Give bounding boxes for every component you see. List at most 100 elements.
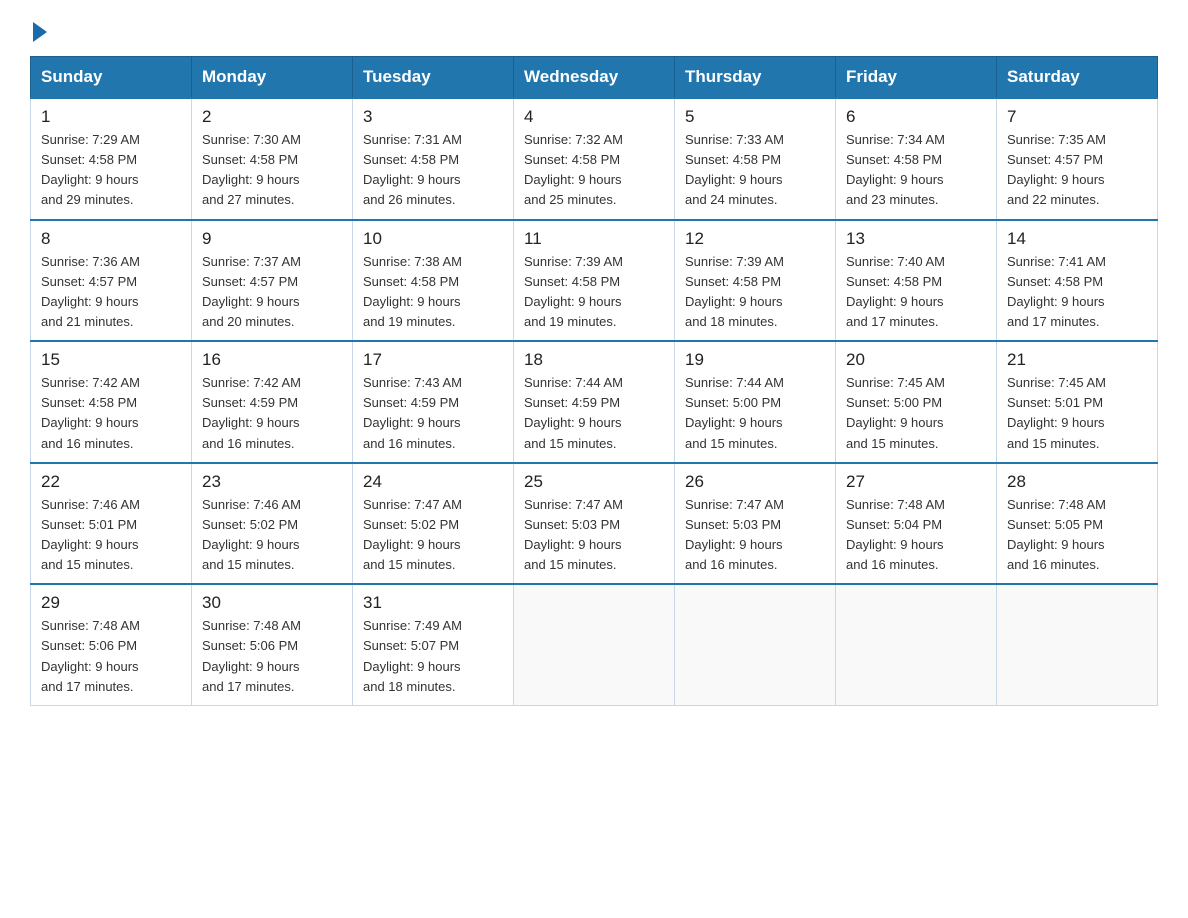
day-number: 21 [1007, 350, 1147, 370]
page-header [30, 20, 1158, 38]
calendar-cell: 7 Sunrise: 7:35 AMSunset: 4:57 PMDaylight… [997, 98, 1158, 220]
calendar-cell: 1 Sunrise: 7:29 AMSunset: 4:58 PMDaylight… [31, 98, 192, 220]
calendar-cell: 24 Sunrise: 7:47 AMSunset: 5:02 PMDayligh… [353, 463, 514, 585]
calendar-cell: 14 Sunrise: 7:41 AMSunset: 4:58 PMDayligh… [997, 220, 1158, 342]
day-info: Sunrise: 7:48 AMSunset: 5:06 PMDaylight:… [41, 616, 181, 697]
day-info: Sunrise: 7:47 AMSunset: 5:03 PMDaylight:… [524, 495, 664, 576]
day-number: 16 [202, 350, 342, 370]
column-header-tuesday: Tuesday [353, 57, 514, 99]
day-info: Sunrise: 7:40 AMSunset: 4:58 PMDaylight:… [846, 252, 986, 333]
day-number: 17 [363, 350, 503, 370]
day-number: 5 [685, 107, 825, 127]
calendar-cell: 13 Sunrise: 7:40 AMSunset: 4:58 PMDayligh… [836, 220, 997, 342]
day-info: Sunrise: 7:38 AMSunset: 4:58 PMDaylight:… [363, 252, 503, 333]
day-number: 26 [685, 472, 825, 492]
day-info: Sunrise: 7:29 AMSunset: 4:58 PMDaylight:… [41, 130, 181, 211]
day-info: Sunrise: 7:47 AMSunset: 5:02 PMDaylight:… [363, 495, 503, 576]
calendar-cell: 4Sunrise: 7:32 AMSunset: 4:58 PMDaylight… [514, 98, 675, 220]
calendar-cell: 21 Sunrise: 7:45 AMSunset: 5:01 PMDayligh… [997, 341, 1158, 463]
calendar-week-row: 22Sunrise: 7:46 AMSunset: 5:01 PMDayligh… [31, 463, 1158, 585]
day-info: Sunrise: 7:34 AMSunset: 4:58 PMDaylight:… [846, 130, 986, 211]
day-number: 10 [363, 229, 503, 249]
day-info: Sunrise: 7:33 AMSunset: 4:58 PMDaylight:… [685, 130, 825, 211]
calendar-cell: 31 Sunrise: 7:49 AMSunset: 5:07 PMDayligh… [353, 584, 514, 705]
calendar-cell: 26 Sunrise: 7:47 AMSunset: 5:03 PMDayligh… [675, 463, 836, 585]
day-number: 15 [41, 350, 181, 370]
day-number: 12 [685, 229, 825, 249]
day-info: Sunrise: 7:48 AMSunset: 5:06 PMDaylight:… [202, 616, 342, 697]
day-info: Sunrise: 7:47 AMSunset: 5:03 PMDaylight:… [685, 495, 825, 576]
calendar-cell: 25 Sunrise: 7:47 AMSunset: 5:03 PMDayligh… [514, 463, 675, 585]
day-number: 27 [846, 472, 986, 492]
calendar-cell: 22Sunrise: 7:46 AMSunset: 5:01 PMDayligh… [31, 463, 192, 585]
day-number: 11 [524, 229, 664, 249]
day-number: 7 [1007, 107, 1147, 127]
day-info: Sunrise: 7:30 AMSunset: 4:58 PMDaylight:… [202, 130, 342, 211]
day-number: 24 [363, 472, 503, 492]
day-number: 30 [202, 593, 342, 613]
calendar-cell: 16 Sunrise: 7:42 AMSunset: 4:59 PMDayligh… [192, 341, 353, 463]
day-number: 20 [846, 350, 986, 370]
day-number: 25 [524, 472, 664, 492]
day-number: 19 [685, 350, 825, 370]
calendar-cell: 23Sunrise: 7:46 AMSunset: 5:02 PMDayligh… [192, 463, 353, 585]
calendar-cell: 3 Sunrise: 7:31 AMSunset: 4:58 PMDaylight… [353, 98, 514, 220]
day-info: Sunrise: 7:44 AMSunset: 5:00 PMDaylight:… [685, 373, 825, 454]
calendar-week-row: 15 Sunrise: 7:42 AMSunset: 4:58 PMDayligh… [31, 341, 1158, 463]
day-number: 22 [41, 472, 181, 492]
day-info: Sunrise: 7:49 AMSunset: 5:07 PMDaylight:… [363, 616, 503, 697]
day-info: Sunrise: 7:42 AMSunset: 4:59 PMDaylight:… [202, 373, 342, 454]
calendar-cell: 19 Sunrise: 7:44 AMSunset: 5:00 PMDayligh… [675, 341, 836, 463]
day-info: Sunrise: 7:48 AMSunset: 5:05 PMDaylight:… [1007, 495, 1147, 576]
day-info: Sunrise: 7:45 AMSunset: 5:01 PMDaylight:… [1007, 373, 1147, 454]
day-info: Sunrise: 7:32 AMSunset: 4:58 PMDaylight:… [524, 130, 664, 211]
day-number: 29 [41, 593, 181, 613]
day-info: Sunrise: 7:39 AMSunset: 4:58 PMDaylight:… [524, 252, 664, 333]
day-info: Sunrise: 7:41 AMSunset: 4:58 PMDaylight:… [1007, 252, 1147, 333]
column-header-thursday: Thursday [675, 57, 836, 99]
calendar-cell: 29 Sunrise: 7:48 AMSunset: 5:06 PMDayligh… [31, 584, 192, 705]
column-header-saturday: Saturday [997, 57, 1158, 99]
calendar-week-row: 8Sunrise: 7:36 AMSunset: 4:57 PMDaylight… [31, 220, 1158, 342]
day-info: Sunrise: 7:46 AMSunset: 5:02 PMDaylight:… [202, 495, 342, 576]
day-number: 28 [1007, 472, 1147, 492]
day-number: 6 [846, 107, 986, 127]
calendar-cell: 9Sunrise: 7:37 AMSunset: 4:57 PMDaylight… [192, 220, 353, 342]
column-header-monday: Monday [192, 57, 353, 99]
calendar-cell [514, 584, 675, 705]
day-number: 2 [202, 107, 342, 127]
day-number: 14 [1007, 229, 1147, 249]
calendar-table: SundayMondayTuesdayWednesdayThursdayFrid… [30, 56, 1158, 706]
calendar-week-row: 29 Sunrise: 7:48 AMSunset: 5:06 PMDayligh… [31, 584, 1158, 705]
calendar-cell: 27 Sunrise: 7:48 AMSunset: 5:04 PMDayligh… [836, 463, 997, 585]
day-info: Sunrise: 7:48 AMSunset: 5:04 PMDaylight:… [846, 495, 986, 576]
day-number: 13 [846, 229, 986, 249]
calendar-header-row: SundayMondayTuesdayWednesdayThursdayFrid… [31, 57, 1158, 99]
day-info: Sunrise: 7:36 AMSunset: 4:57 PMDaylight:… [41, 252, 181, 333]
calendar-cell [675, 584, 836, 705]
calendar-cell: 2 Sunrise: 7:30 AMSunset: 4:58 PMDaylight… [192, 98, 353, 220]
day-info: Sunrise: 7:42 AMSunset: 4:58 PMDaylight:… [41, 373, 181, 454]
column-header-friday: Friday [836, 57, 997, 99]
day-info: Sunrise: 7:39 AMSunset: 4:58 PMDaylight:… [685, 252, 825, 333]
logo [30, 20, 47, 38]
day-number: 18 [524, 350, 664, 370]
day-number: 3 [363, 107, 503, 127]
calendar-cell: 6 Sunrise: 7:34 AMSunset: 4:58 PMDaylight… [836, 98, 997, 220]
day-info: Sunrise: 7:35 AMSunset: 4:57 PMDaylight:… [1007, 130, 1147, 211]
calendar-cell: 17Sunrise: 7:43 AMSunset: 4:59 PMDayligh… [353, 341, 514, 463]
day-info: Sunrise: 7:45 AMSunset: 5:00 PMDaylight:… [846, 373, 986, 454]
logo-arrow-icon [33, 22, 47, 42]
day-number: 9 [202, 229, 342, 249]
calendar-cell: 18 Sunrise: 7:44 AMSunset: 4:59 PMDayligh… [514, 341, 675, 463]
calendar-cell: 10 Sunrise: 7:38 AMSunset: 4:58 PMDayligh… [353, 220, 514, 342]
day-info: Sunrise: 7:44 AMSunset: 4:59 PMDaylight:… [524, 373, 664, 454]
day-info: Sunrise: 7:31 AMSunset: 4:58 PMDaylight:… [363, 130, 503, 211]
column-header-sunday: Sunday [31, 57, 192, 99]
day-number: 31 [363, 593, 503, 613]
day-number: 1 [41, 107, 181, 127]
calendar-cell: 8Sunrise: 7:36 AMSunset: 4:57 PMDaylight… [31, 220, 192, 342]
calendar-cell: 5 Sunrise: 7:33 AMSunset: 4:58 PMDaylight… [675, 98, 836, 220]
calendar-cell: 20 Sunrise: 7:45 AMSunset: 5:00 PMDayligh… [836, 341, 997, 463]
column-header-wednesday: Wednesday [514, 57, 675, 99]
